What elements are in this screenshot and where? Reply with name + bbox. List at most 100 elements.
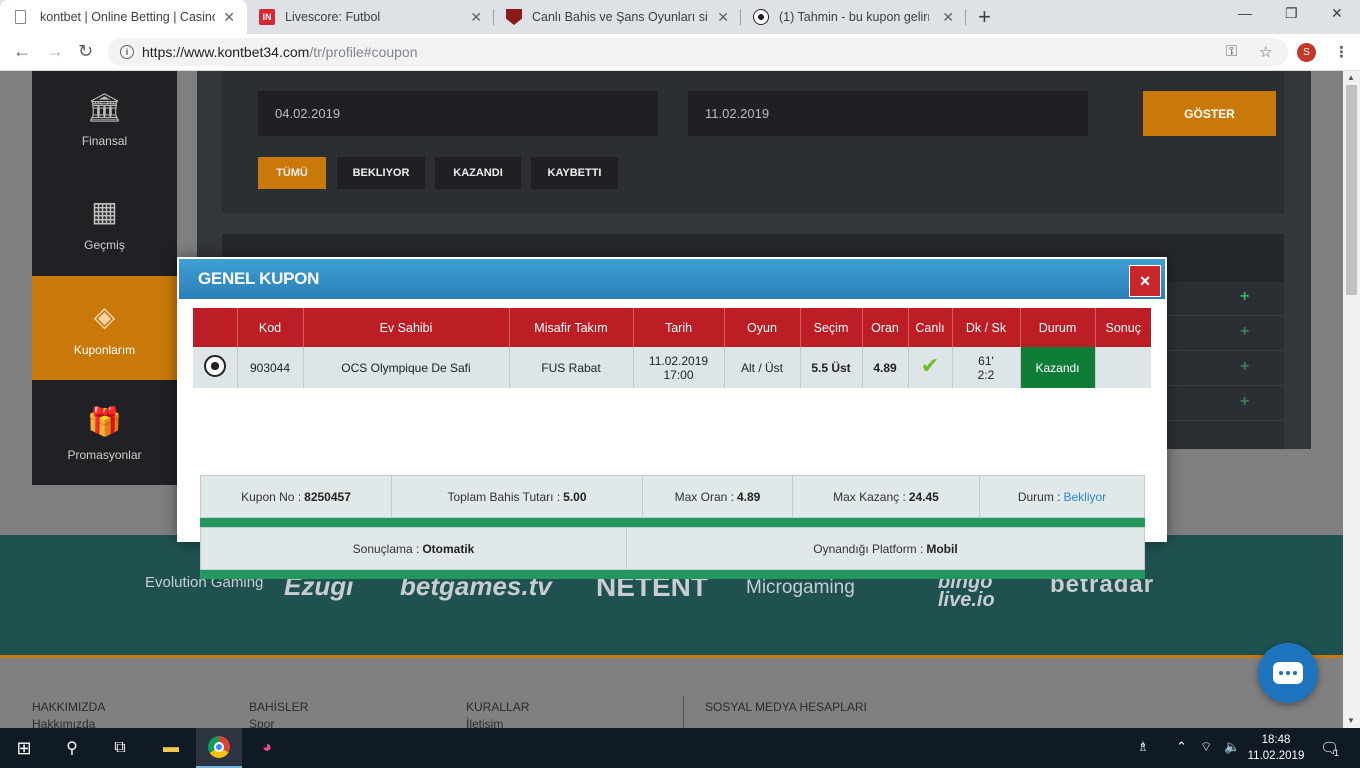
tab-kaybetti[interactable]: KAYBETTI: [531, 157, 618, 189]
col-tarih: Tarih: [633, 308, 725, 347]
sidebar-item-gecmis[interactable]: ▦ Geçmiş: [32, 171, 177, 275]
date-from-input[interactable]: 04.02.2019: [258, 91, 658, 136]
close-icon[interactable]: ✕: [223, 9, 235, 26]
minimize-icon[interactable]: —: [1238, 5, 1252, 21]
tab-bekliyor[interactable]: BEKLIYOR: [337, 157, 425, 189]
scroll-down-icon[interactable]: ▼: [1347, 716, 1355, 725]
ticket-icon: ◈: [93, 300, 116, 332]
expand-plus-icon[interactable]: +: [1240, 323, 1249, 341]
partner-logo: Microgaming: [746, 577, 855, 598]
expand-plus-icon[interactable]: +: [1240, 288, 1249, 306]
col-kod: Kod: [237, 308, 304, 347]
footer-link[interactable]: Spor: [249, 716, 308, 728]
restore-icon[interactable]: ❐: [1285, 5, 1298, 22]
modal-header: GENEL KUPON ×: [179, 259, 1165, 299]
footer-link[interactable]: İletisim: [466, 716, 529, 728]
cell-kod: 903044: [237, 347, 304, 388]
network-icon[interactable]: ⌔: [1200, 739, 1212, 755]
scrollbar-thumb[interactable]: [1346, 85, 1357, 295]
profile-avatar[interactable]: S: [1297, 43, 1316, 62]
key-icon[interactable]: ⚿: [1226, 43, 1237, 60]
tab-livescore[interactable]: IN Livescore: Futbol ✕: [247, 0, 494, 34]
site-info-icon[interactable]: i: [120, 45, 134, 59]
coupon-bets-table: Kod Ev Sahibi Misafir Takım Tarih Oyun S…: [193, 308, 1151, 388]
cell-canli: ✔: [908, 347, 953, 388]
soccer-ball-icon: [753, 9, 769, 25]
forward-arrow-icon[interactable]: →: [46, 41, 64, 62]
volume-icon[interactable]: 🔈: [1224, 739, 1240, 755]
windows-taskbar: ⊞ ⚲ ⧉ ▬ ◕ ♗ ⌃ ⌔ 🔈 18:48 11.02.2019 🗨 1: [0, 728, 1360, 768]
calendar-icon: ▦: [91, 195, 118, 227]
windows-start-icon[interactable]: ⊞: [0, 728, 48, 768]
sidebar-item-finansal[interactable]: 🏛 Finansal: [32, 71, 177, 167]
expand-plus-icon[interactable]: +: [1240, 393, 1249, 411]
tab-title: Livescore: Futbol: [285, 10, 381, 24]
sidebar-item-label: Finansal: [81, 133, 128, 148]
footer-col-kurallar: KURALLAR İletisim: [466, 699, 529, 728]
system-clock[interactable]: 18:48 11.02.2019: [1246, 732, 1306, 764]
summary-row: Sonuçlama : Otomatik Oynandığı Platform :…: [200, 527, 1145, 570]
match-date: 11.02.2019: [648, 353, 709, 368]
menu-dots-icon[interactable]: ⋮: [1334, 43, 1349, 61]
chat-icon: [1273, 662, 1303, 684]
tab-kontbet[interactable]: kontbet | Online Betting | Casino ✕: [0, 0, 247, 34]
new-tab-plus-icon[interactable]: +: [978, 4, 991, 30]
col-ev-sahibi: Ev Sahibi: [303, 308, 510, 347]
checkmark-icon: ✔: [920, 353, 940, 378]
cell-sonuc: [1095, 347, 1151, 388]
modal-close-button[interactable]: ×: [1129, 265, 1161, 297]
reload-icon[interactable]: ↻: [78, 41, 93, 62]
footer-link[interactable]: Hakkımızda: [32, 716, 105, 728]
coupon-summary: Kupon No :8250457 Toplam Bahis Tutarı :5…: [200, 475, 1145, 579]
file-explorer-icon[interactable]: ▬: [148, 728, 194, 768]
summary-platform: Oynandığı Platform : Mobil: [813, 541, 958, 556]
summary-max-kazanc: Max Kazanç :24.45: [793, 476, 980, 517]
task-view-icon[interactable]: ⧉: [96, 728, 144, 768]
url-host: https://www.kontbet34.com: [142, 44, 310, 60]
url-path: /tr/profile#coupon: [309, 44, 418, 60]
live-chat-button[interactable]: [1258, 643, 1318, 703]
livescore-logo-icon: IN: [259, 9, 275, 25]
col-misafir: Misafir Takım: [509, 308, 634, 347]
paint-app-icon[interactable]: ◕: [244, 728, 290, 768]
bank-icon: 🏛: [86, 91, 123, 123]
tab-title: Canlı Bahis ve Şans Oyunları sites: [532, 10, 707, 24]
window-close-icon[interactable]: ✕: [1331, 5, 1343, 22]
search-icon[interactable]: ⚲: [48, 728, 96, 768]
match-minute: 61': [978, 353, 994, 368]
date-to-input[interactable]: 11.02.2019: [688, 91, 1088, 136]
tab-tumu[interactable]: TÜMÜ: [258, 157, 326, 189]
tray-chevron-icon[interactable]: ⌃: [1176, 739, 1187, 755]
bookmark-star-icon[interactable]: ☆: [1259, 43, 1272, 61]
sidebar-item-label: Promasyonlar: [67, 447, 142, 462]
page-viewport: 🏛 Finansal ▦ Geçmiş ◈ Kuponlarım 🎁 Proma…: [0, 71, 1343, 728]
tab-kazandi[interactable]: KAZANDI: [435, 157, 521, 189]
close-icon[interactable]: ✕: [717, 9, 729, 26]
site-footer: HAKKIMIZDA Hakkımızda BAHİSLER Spor KURA…: [0, 658, 1343, 728]
match-time: 17:00: [663, 367, 694, 382]
tab-tahmin[interactable]: (1) Tahmin - bu kupon gelirmi siz ✕: [741, 0, 966, 34]
page-scrollbar[interactable]: ▲ ▼: [1343, 71, 1360, 728]
sidebar-item-promasyonlar[interactable]: 🎁 Promasyonlar: [32, 381, 177, 485]
address-bar[interactable]: i https://www.kontbet34.com/tr/profile#c…: [108, 38, 1288, 66]
close-icon[interactable]: ✕: [942, 9, 954, 26]
back-arrow-icon[interactable]: ←: [13, 41, 31, 62]
sidebar-item-kuponlarim[interactable]: ◈ Kuponlarım: [32, 276, 177, 380]
match-score: 2:2: [977, 367, 995, 382]
notification-count: 1: [1334, 748, 1340, 758]
footer-col-hakkimizda: HAKKIMIZDA Hakkımızda: [32, 699, 105, 728]
chrome-icon[interactable]: [196, 728, 242, 768]
col-secim: Seçim: [800, 308, 863, 347]
summary-sonuclama: Sonuçlama : Otomatik: [201, 528, 627, 569]
table-header-row: Kod Ev Sahibi Misafir Takım Tarih Oyun S…: [193, 308, 1151, 347]
tab-canli-bahis[interactable]: Canlı Bahis ve Şans Oyunları sites ✕: [494, 0, 741, 34]
close-icon[interactable]: ✕: [470, 9, 482, 26]
people-icon[interactable]: ♗: [1137, 739, 1149, 755]
col-oran: Oran: [862, 308, 909, 347]
col-durum: Durum: [1020, 308, 1096, 347]
show-button[interactable]: GÖSTER: [1143, 91, 1276, 136]
gift-icon: 🎁: [87, 405, 122, 437]
status-badge: Kazandı: [1020, 347, 1096, 388]
expand-plus-icon[interactable]: +: [1240, 358, 1249, 376]
scroll-up-icon[interactable]: ▲: [1347, 73, 1355, 82]
